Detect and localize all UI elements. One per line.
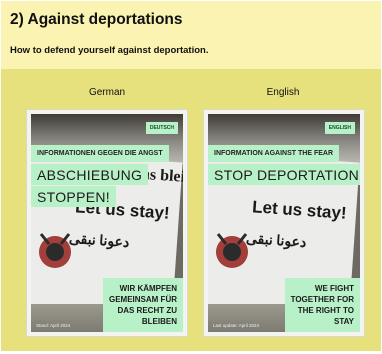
downloads-panel: German Lasst uns bleib Let us stay! دعون… [1, 69, 381, 351]
banner-text-english: Let us stay! [251, 197, 348, 223]
hand-drawing-icon [216, 233, 248, 268]
poster-slogan: WIR KÄMPFEN GEMEINSAM FÜR DAS RECHT ZU B… [103, 278, 183, 332]
slogan-line: THE RIGHT TO [297, 306, 354, 315]
section-header: 2) Against deportations How to defend yo… [1, 1, 381, 69]
poster-english[interactable]: Lasst uns bleib Let us stay! دعونا نبقى … [203, 109, 365, 337]
slogan-line: WIR KÄMPFEN [119, 284, 177, 293]
hand-drawing-icon [39, 233, 71, 268]
poster-headline-1: ABSCHIEBUNG [31, 164, 149, 185]
slogan-line: GEMEINSAM FÜR [109, 295, 177, 304]
language-tag: ENGLISH [324, 122, 355, 134]
section-subtitle: How to defend yourself against deportati… [10, 45, 209, 56]
poster-date: Last update: April 2024 [213, 323, 260, 328]
poster-german[interactable]: Lasst uns bleib Let us stay! دعونا نبقى … [26, 109, 188, 337]
poster-headline-2: STOPPEN! [31, 186, 116, 207]
poster-image-english: Lasst uns bleib Let us stay! دعونا نبقى … [208, 114, 360, 332]
banner-text-arabic: دعونا نبقى [68, 231, 130, 252]
slogan-line: DAS RECHT ZU [117, 306, 177, 315]
language-tag: DEUTSCH [145, 122, 178, 134]
poster-headline-1: STOP DEPORTATION! [208, 164, 360, 185]
poster-slogan: WE FIGHT TOGETHER FOR THE RIGHT TO STAY [284, 278, 360, 332]
poster-tagline: INFORMATIONEN GEGEN DIE ANGST [31, 145, 169, 162]
section-title: 2) Against deportations [10, 11, 183, 28]
banner-text-arabic: دعونا نبقى [245, 231, 307, 252]
slogan-line: STAY [333, 317, 354, 326]
poster-image-german: Lasst uns bleib Let us stay! دعونا نبقى … [31, 114, 183, 332]
column-label-english: English [266, 87, 300, 98]
poster-date: Stand: April 2024 [36, 323, 71, 328]
slogan-line: WE FIGHT [314, 284, 354, 293]
slogan-line: BLEIBEN [141, 317, 177, 326]
poster-tagline: INFORMATION AGAINST THE FEAR [208, 145, 339, 162]
column-label-german: German [88, 87, 126, 98]
slogan-line: TOGETHER FOR [290, 295, 354, 304]
